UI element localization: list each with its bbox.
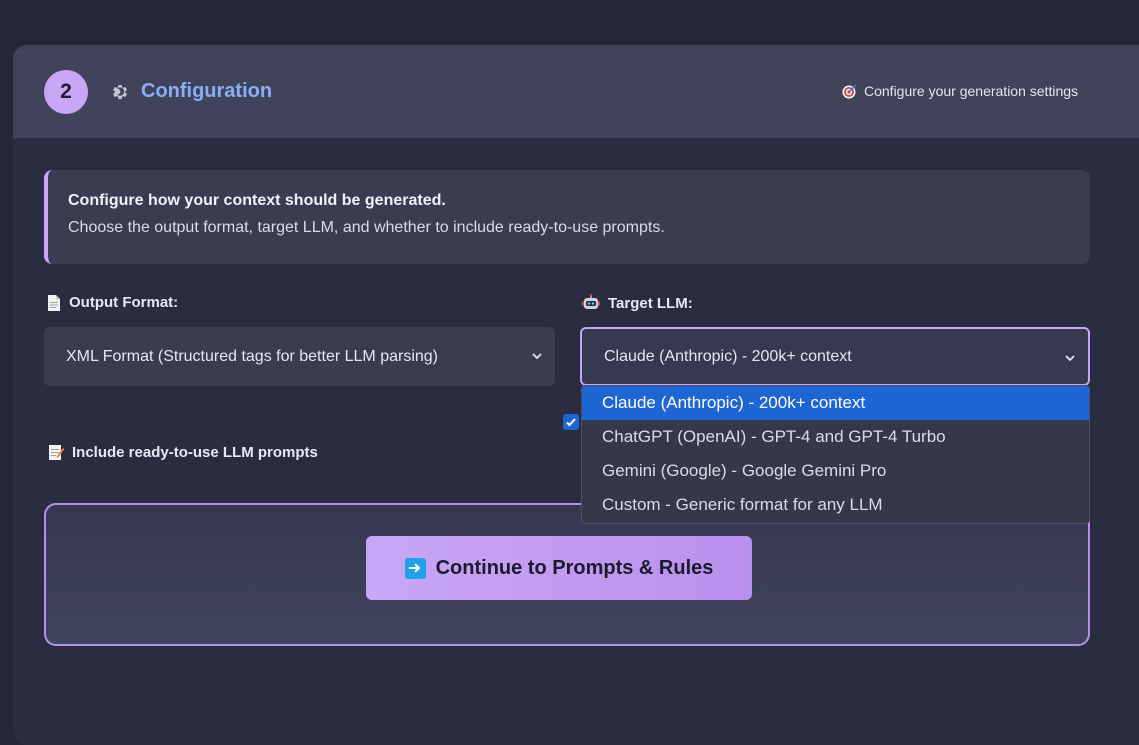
chevron-down-icon: [1065, 355, 1075, 362]
continue-button[interactable]: Continue to Prompts & Rules: [366, 536, 752, 600]
output-format-label: Output Format:: [47, 294, 178, 311]
continue-button-label: Continue to Prompts & Rules: [435, 556, 714, 579]
include-prompts-label[interactable]: Include ready-to-use LLM prompts: [48, 443, 318, 461]
output-format-value: XML Format (Structured tags for better L…: [66, 347, 438, 365]
output-format-label-text: Output Format:: [69, 294, 179, 311]
dropdown-option[interactable]: Gemini (Google) - Google Gemini Pro: [582, 454, 1089, 488]
configuration-card: 2 Configuration Configure your generatio…: [13, 45, 1139, 745]
target-llm-label-text: Target LLM:: [608, 294, 693, 312]
target-llm-dropdown: Claude (Anthropic) - 200k+ context ChatG…: [581, 385, 1090, 524]
target-icon: [842, 84, 857, 99]
checkmark-icon: [566, 418, 576, 427]
target-llm-select[interactable]: Claude (Anthropic) - 200k+ context: [580, 327, 1090, 386]
header-hint-text: Configure your generation settings: [864, 83, 1079, 99]
right-arrow-icon: [404, 557, 426, 579]
info-box: Configure how your context should be gen…: [44, 170, 1090, 264]
target-llm-label: Target LLM:: [582, 294, 693, 312]
action-box: Continue to Prompts & Rules: [44, 503, 1090, 646]
card-header: 2 Configuration Configure your generatio…: [13, 45, 1139, 138]
chevron-down-icon: [532, 353, 542, 360]
dropdown-option[interactable]: ChatGPT (OpenAI) - GPT-4 and GPT-4 Turbo: [582, 420, 1089, 454]
info-text: Choose the output format, target LLM, an…: [68, 219, 665, 236]
output-format-select[interactable]: XML Format (Structured tags for better L…: [44, 327, 555, 386]
dropdown-option[interactable]: Claude (Anthropic) - 200k+ context: [582, 386, 1089, 420]
document-icon: [48, 294, 60, 311]
info-title: Configure how your context should be gen…: [68, 192, 446, 209]
header-hint: Configure your generation settings: [842, 83, 1078, 99]
include-prompts-checkbox[interactable]: [563, 414, 579, 430]
dropdown-option[interactable]: Custom - Generic format for any LLM: [582, 488, 1089, 522]
include-prompts-label-text: Include ready-to-use LLM prompts: [72, 443, 318, 461]
section-title: Configuration: [141, 80, 273, 102]
gear-icon: [113, 84, 128, 100]
memo-icon: [49, 445, 64, 460]
target-llm-value: Claude (Anthropic) - 200k+ context: [604, 347, 852, 365]
robot-icon: [582, 294, 600, 309]
step-badge: 2: [44, 70, 88, 114]
